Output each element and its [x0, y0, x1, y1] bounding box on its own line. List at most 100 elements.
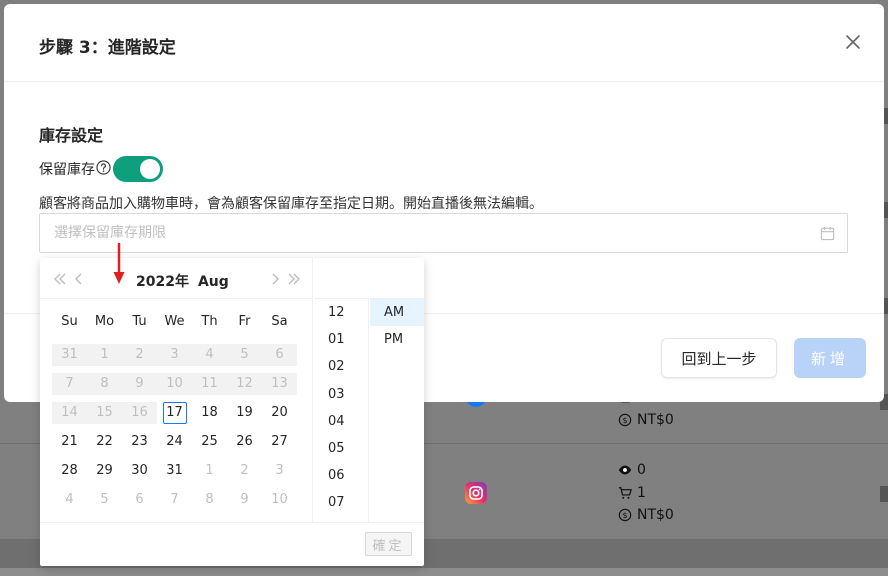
calendar-day-today[interactable]: 17 — [157, 401, 192, 424]
calendar-day[interactable]: 31 — [157, 460, 192, 482]
confirm-button[interactable]: 確定 — [365, 532, 412, 556]
calendar-day-number: 30 — [131, 462, 148, 478]
calendar-day[interactable]: 19 — [227, 402, 262, 424]
calendar-day[interactable]: 27 — [262, 431, 297, 453]
double-chevron-left-icon[interactable] — [53, 272, 67, 286]
calendar-day[interactable]: 26 — [227, 431, 262, 453]
hour-option[interactable]: 07 — [314, 489, 368, 516]
reserve-deadline-input[interactable] — [40, 214, 800, 252]
calendar-day[interactable]: 24 — [157, 431, 192, 453]
calendar-day[interactable]: 10 — [262, 489, 297, 511]
weekday-label: Mo — [94, 314, 115, 329]
calendar-day-number: 26 — [236, 433, 253, 449]
reserve-inventory-label: 保留庫存 — [39, 162, 95, 178]
calendar-icon[interactable] — [820, 226, 835, 241]
calendar-day-number: 6 — [275, 346, 284, 362]
calendar-grid: Su Mo Tu We Th Fr Sa 31 1 2 3 4 5 6 7 8 9 10 11 12 13… — [52, 310, 297, 514]
calendar-day-number: 8 — [205, 491, 214, 507]
calendar-day-number: 1 — [100, 346, 109, 362]
calendar-year[interactable]: 2022年 — [136, 274, 189, 290]
calendar-week-row: 21 22 23 24 25 26 27 — [52, 427, 297, 456]
calendar-day-number: 1 — [205, 462, 214, 478]
ampm-column: AM PM — [370, 299, 424, 522]
calendar-day-number: 15 — [96, 404, 113, 420]
question-circle-icon[interactable] — [96, 159, 111, 175]
calendar-day: 4 — [192, 343, 227, 366]
calendar-day-number: 28 — [61, 462, 78, 478]
revenue-stat: $ NT$0 — [618, 412, 674, 428]
weekday-label: Fr — [238, 314, 251, 329]
time-header — [314, 258, 424, 299]
calendar-week-row: 31 1 2 3 4 5 6 — [52, 340, 297, 369]
double-chevron-right-icon[interactable] — [287, 272, 301, 286]
hour-option[interactable]: 04 — [314, 408, 368, 435]
calendar-day[interactable]: 18 — [192, 402, 227, 424]
calendar-day[interactable]: 7 — [157, 489, 192, 511]
calendar-day-number: 18 — [201, 404, 218, 420]
calendar-month[interactable]: Aug — [198, 274, 229, 290]
ampm-option[interactable]: AM — [370, 299, 424, 327]
hour-option[interactable]: 12 — [314, 299, 368, 326]
reserve-inventory-toggle[interactable] — [113, 156, 163, 182]
calendar-day[interactable]: 23 — [122, 431, 157, 453]
calendar-day-number: 20 — [271, 404, 288, 420]
hour-option[interactable]: 01 — [314, 326, 368, 353]
hour-option[interactable]: 02 — [314, 353, 368, 380]
calendar-day: 8 — [87, 372, 122, 395]
annotation-arrow-icon — [113, 243, 125, 284]
close-icon[interactable] — [844, 33, 862, 51]
calendar-day[interactable]: 1 — [192, 460, 227, 482]
views-stat: 0 — [618, 462, 646, 478]
calendar-day: 1 — [87, 343, 122, 366]
calendar-day-number: 16 — [131, 404, 148, 420]
hour-option[interactable]: 05 — [314, 435, 368, 462]
calendar-day: 14 — [52, 401, 87, 424]
calendar-week-row: 4 5 6 7 8 9 10 — [52, 485, 297, 514]
weekday-label: Tu — [132, 314, 147, 329]
calendar-weeks: 31 1 2 3 4 5 6 7 8 9 10 11 12 13 14 15 16 17 18 19 20 21 22 23 2… — [52, 340, 297, 514]
instagram-icon — [465, 482, 487, 504]
date-picker-dropdown: 2022年 Aug Su Mo Tu We Th Fr Sa 31 1 2 3 4 5 6 7 8… — [40, 258, 424, 566]
calendar-day-number: 3 — [275, 462, 284, 478]
calendar-week-row: 28 29 30 31 1 2 3 — [52, 456, 297, 485]
calendar-day[interactable]: 6 — [122, 489, 157, 511]
calendar-day-number: 19 — [236, 404, 253, 420]
ampm-option[interactable]: PM — [370, 326, 424, 353]
calendar-day[interactable]: 21 — [52, 431, 87, 453]
calendar-day-number: 2 — [135, 346, 144, 362]
calendar-day-number: 4 — [65, 491, 74, 507]
calendar-day: 2 — [122, 343, 157, 366]
chevron-left-icon[interactable] — [74, 272, 84, 286]
calendar-day-number: 7 — [170, 491, 179, 507]
calendar-panel: 2022年 Aug Su Mo Tu We Th Fr Sa 31 1 2 3 4 5 6 7 8… — [40, 258, 313, 522]
back-button[interactable]: 回到上一步 — [661, 338, 777, 378]
calendar-day[interactable]: 29 — [87, 460, 122, 482]
chevron-right-icon[interactable] — [270, 272, 280, 286]
calendar-day[interactable]: 4 — [52, 489, 87, 511]
cart-icon — [618, 487, 632, 499]
calendar-day[interactable]: 2 — [227, 460, 262, 482]
calendar-day: 5 — [227, 343, 262, 366]
calendar-day: 3 — [157, 343, 192, 366]
reserve-deadline-field[interactable] — [39, 213, 848, 253]
calendar-day[interactable]: 5 — [87, 489, 122, 511]
calendar-day[interactable]: 20 — [262, 402, 297, 424]
add-button[interactable]: 新增 — [794, 338, 866, 378]
calendar-day-number: 5 — [100, 491, 109, 507]
eye-icon — [618, 465, 632, 475]
calendar-day[interactable]: 3 — [262, 460, 297, 482]
calendar-day-number: 31 — [61, 346, 78, 362]
calendar-day[interactable]: 8 — [192, 489, 227, 511]
calendar-day[interactable]: 30 — [122, 460, 157, 482]
calendar-day[interactable]: 22 — [87, 431, 122, 453]
calendar-day: 16 — [122, 401, 157, 424]
hour-option[interactable]: 06 — [314, 462, 368, 489]
calendar-day[interactable]: 28 — [52, 460, 87, 482]
calendar-day[interactable]: 9 — [227, 489, 262, 511]
hour-option[interactable]: 03 — [314, 381, 368, 408]
calendar-day-number: 12 — [236, 375, 253, 391]
calendar-day: 31 — [52, 343, 87, 366]
hour-column: 12 01 02 03 04 05 06 07 — [314, 299, 369, 522]
calendar-day[interactable]: 25 — [192, 431, 227, 453]
calendar-day-number: 17 — [162, 401, 187, 424]
